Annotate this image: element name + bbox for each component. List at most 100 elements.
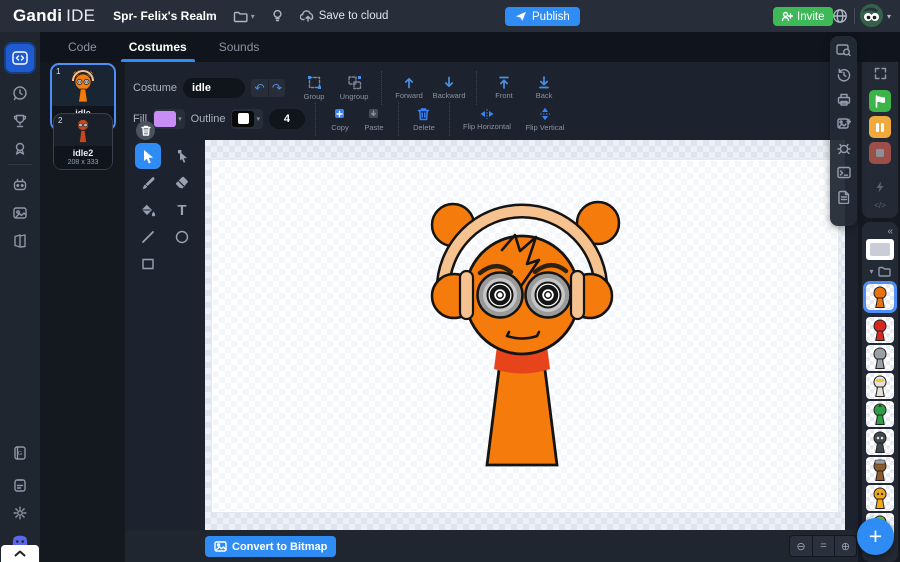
backward-button[interactable]: Backward [432,76,466,100]
toolbar-divider [476,71,478,105]
stop-button[interactable] [869,142,891,164]
flip-vertical-button[interactable]: Flip Vertical [520,107,570,132]
sprite-item-3[interactable] [866,373,894,399]
asset-search-icon[interactable] [836,43,851,57]
file-menu-button[interactable]: ▾ [233,10,255,23]
collapse-panel-icon[interactable]: « [887,226,893,237]
fill-color-picker[interactable]: ▾ [153,109,185,129]
delete-costume-button[interactable] [136,121,155,140]
user-avatar[interactable] [860,4,883,27]
zoom-controls: ⊖ = ⊕ [789,535,857,557]
fullscreen-button[interactable] [869,62,891,84]
add-sprite-button[interactable]: + [857,518,894,555]
tool-select[interactable] [135,143,161,169]
convert-to-bitmap-label: Convert to Bitmap [232,540,328,553]
zoom-in-button[interactable]: ⊕ [834,536,856,556]
sprite-item-1[interactable] [866,317,894,343]
tool-brush[interactable] [135,170,161,196]
stage-thumbnail[interactable] [866,239,894,260]
svg-text:G: G [18,451,22,457]
sprite-item-2[interactable] [866,345,894,371]
costume-name-input[interactable] [183,78,246,98]
save-to-cloud-button[interactable]: Save to cloud [299,10,388,22]
tool-line[interactable] [135,224,161,250]
file-icon[interactable] [837,190,850,204]
tool-eraser[interactable] [169,170,195,196]
robot-icon [13,178,27,191]
pause-button[interactable] [869,116,891,138]
chevron-up-icon [14,550,26,557]
tool-reshape[interactable] [169,143,195,169]
sprite-item-6[interactable] [866,457,894,483]
publish-button[interactable]: Publish [505,7,580,26]
flip-horizontal-button[interactable]: Flip Horizontal [460,108,514,131]
zoom-out-button[interactable]: ⊖ [790,536,812,556]
chevron-down-icon: ▾ [178,116,182,123]
ungroup-icon [347,76,361,90]
group-button[interactable]: Group [297,75,331,101]
outline-color-picker[interactable]: ▾ [231,109,263,129]
code-view-button[interactable]: </> [869,194,891,216]
trash-icon [140,125,151,136]
sprite-folder-icon[interactable] [877,266,891,277]
forward-button[interactable]: Forward [392,76,426,100]
tab-sounds[interactable]: Sounds [215,32,264,62]
collapse-sidebar-tab[interactable] [1,545,39,562]
redo-button[interactable]: ↷ [268,79,285,97]
costume-artwork-oren-character[interactable] [205,140,845,530]
stroke-width-input[interactable] [268,109,305,129]
chat-history-icon [13,86,27,101]
sidebar-item-gallery[interactable] [7,200,33,226]
tool-rectangle[interactable] [135,251,161,277]
sidebar-item-gadgets[interactable] [7,172,33,198]
app-logo[interactable]: Gandi IDE [13,6,95,26]
sidebar-item-clipboard[interactable] [7,472,33,498]
sidebar-item-editor[interactable] [6,44,34,72]
hints-button[interactable] [271,9,284,23]
tab-costumes[interactable]: Costumes [120,32,195,62]
back-button[interactable]: Back [527,76,561,100]
undo-button[interactable]: ↶ [251,79,268,97]
sidebar-item-messages[interactable] [7,80,33,106]
gear-icon [13,506,27,520]
docs-book-icon: G [14,446,26,460]
project-title[interactable]: Spr- Felix's Realm [113,9,217,23]
tool-circle[interactable] [169,224,195,250]
invite-label: Invite [797,10,825,23]
ungroup-button[interactable]: Ungroup [337,75,371,101]
sprite-item-4[interactable] [866,401,894,427]
convert-to-bitmap-button[interactable]: Convert to Bitmap [205,536,337,557]
front-button[interactable]: Front [487,76,521,100]
sidebar-item-docs[interactable]: G [7,440,33,466]
history-icon[interactable] [837,68,851,82]
costume-thumbnail [54,117,112,145]
sprite-item-0[interactable] [863,281,897,313]
stage-controls-panel: « </> [862,36,898,218]
sidebar-item-achievements[interactable] [7,136,33,162]
sidebar-item-library[interactable] [7,228,33,254]
chevron-down-icon[interactable]: ▾ [869,267,873,276]
green-flag-button[interactable] [869,90,891,112]
zoom-reset-button[interactable]: = [812,536,834,556]
language-button[interactable] [832,8,848,24]
sidebar-item-competitions[interactable] [7,108,33,134]
paint-canvas[interactable] [205,140,845,530]
debugger-bug-icon[interactable] [836,141,851,155]
invite-button[interactable]: Invite [773,7,833,26]
add-image-icon[interactable] [836,117,851,130]
left-cup-strip [458,269,475,321]
copy-button[interactable]: Copy [326,107,354,132]
printer-icon[interactable] [837,93,851,106]
sidebar-item-settings[interactable] [7,500,33,526]
paste-button[interactable]: Paste [360,107,388,132]
costume-item-idle2[interactable]: 2 idle2 208 x 333 [53,113,113,170]
tool-text[interactable]: T [169,197,195,223]
sprite-item-5[interactable] [866,429,894,455]
sprite-item-7[interactable] [866,485,894,511]
terminal-icon[interactable] [836,166,851,179]
tab-code[interactable]: Code [64,32,101,62]
outline-label: Outline [190,113,226,125]
delete-button[interactable]: Delete [409,107,439,132]
account-chevron-icon[interactable]: ▾ [887,12,891,21]
tool-fill[interactable] [135,197,161,223]
